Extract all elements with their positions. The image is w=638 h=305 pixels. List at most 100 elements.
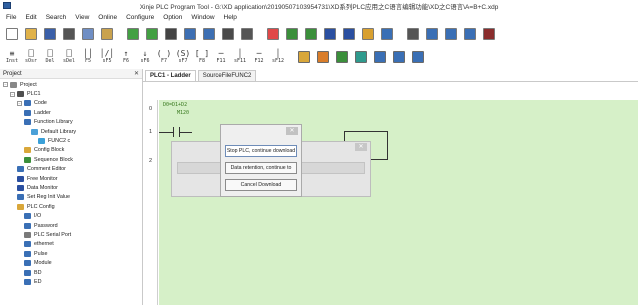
tree-ladder[interactable]: Ladder [0, 108, 142, 117]
menu-bar: File Edit Search View Online Configure Option W… [0, 11, 638, 23]
tab-plc1-ladder[interactable]: PLC1 - Ladder [145, 70, 196, 81]
zoom-out-icon[interactable] [410, 49, 426, 65]
tree-plc-config[interactable]: PLC Config [0, 202, 142, 211]
grid-view-icon[interactable] [182, 26, 198, 42]
tree-pulse[interactable]: Pulse [0, 249, 142, 258]
tree-node-icon [24, 260, 31, 267]
back-icon[interactable] [125, 26, 141, 42]
tree-node-label: Password [34, 222, 58, 229]
nc-contact-icon[interactable]: │/│ sF5 [99, 50, 115, 65]
menu-search[interactable]: Search [46, 14, 67, 21]
delete-cell-icon[interactable]: ⎕ sDel [61, 50, 77, 65]
image-icon[interactable] [405, 26, 421, 42]
run-icon[interactable] [303, 26, 319, 42]
user-icon[interactable] [379, 26, 395, 42]
vline-icon[interactable]: │ sF11 [232, 50, 248, 65]
new-icon[interactable] [4, 26, 20, 42]
fall-contact-icon[interactable]: ↓ sF6 [137, 50, 153, 65]
menu-help[interactable]: Help [224, 14, 237, 21]
tool-key-label: F7 [160, 58, 168, 64]
menu-window[interactable]: Window [191, 14, 214, 21]
menu-online[interactable]: Online [98, 14, 117, 21]
tree-bd[interactable]: BD [0, 268, 142, 277]
close-icon[interactable]: ✕ [286, 127, 298, 135]
stop-icon[interactable] [322, 26, 338, 42]
monitor-icon[interactable] [341, 26, 357, 42]
tree-sequence-block[interactable]: Sequence Block [0, 155, 142, 164]
tree-set-reg-init[interactable]: Set Reg Init Value [0, 193, 142, 202]
coil-icon[interactable]: ( ) F7 [156, 50, 172, 65]
forward-icon[interactable] [144, 26, 160, 42]
expand-icon[interactable]: − [10, 91, 15, 97]
tree-node-label: Sequence Block [34, 156, 73, 163]
tree-code[interactable]: − Code [0, 99, 142, 108]
zoom-custom-icon[interactable] [462, 26, 478, 42]
tree-node-label: PLC Serial Port [34, 231, 72, 238]
data-retention-continue-button[interactable]: Data retention, continue to [225, 162, 297, 174]
download-icon[interactable] [265, 26, 281, 42]
set-coil-icon[interactable]: (S) sF7 [175, 50, 191, 65]
green-block-icon[interactable] [334, 49, 350, 65]
tree-function-library[interactable]: Function Library [0, 118, 142, 127]
del-hline-icon[interactable]: ─ F12 [251, 50, 267, 65]
close-icon[interactable]: ✕ [355, 143, 367, 151]
func-glyph: [ ] [194, 49, 210, 58]
cancel-download-button[interactable]: Cancel Download [225, 179, 297, 191]
hline-icon[interactable]: ─ F11 [213, 50, 229, 65]
zoom-window-icon[interactable] [424, 26, 440, 42]
tree-project[interactable]: − Project [0, 80, 142, 89]
print-icon[interactable] [220, 26, 236, 42]
window-title: Xinje PLC Program Tool - G:\XD applicati… [139, 3, 499, 11]
tree-node-icon [24, 147, 31, 154]
open-icon[interactable] [23, 26, 39, 42]
monitor-block-icon[interactable] [296, 49, 312, 65]
tree-default-library[interactable]: Default Library [0, 127, 142, 136]
menu-view[interactable]: View [75, 14, 89, 21]
tree-node-label: Project [20, 81, 37, 88]
no-contact-icon[interactable]: ││ F5 [80, 50, 96, 65]
config-icon[interactable] [239, 26, 255, 42]
expand-icon[interactable]: − [3, 82, 8, 88]
tab-sourcefile-func2[interactable]: SourceFileFUNC2 [197, 70, 257, 81]
tree-data-monitor[interactable]: Data Monitor [0, 183, 142, 192]
tree-free-monitor[interactable]: Free Monitor [0, 174, 142, 183]
tree-ethernet[interactable]: ethernet [0, 240, 142, 249]
find-icon[interactable] [163, 26, 179, 42]
stop-plc-continue-download-button[interactable]: Stop PLC, continue download [225, 145, 297, 157]
lock-icon[interactable] [360, 26, 376, 42]
tree-plc-serial-port[interactable]: PLC Serial Port [0, 230, 142, 239]
teal-block-icon[interactable] [353, 49, 369, 65]
orange-block-icon[interactable] [315, 49, 331, 65]
zoom-in-icon[interactable] [391, 49, 407, 65]
close-icon[interactable]: ✕ [134, 70, 139, 77]
copy-icon[interactable] [80, 26, 96, 42]
dash-icon[interactable] [481, 26, 497, 42]
del-vline-icon[interactable]: │ sF12 [270, 50, 286, 65]
project-panel-header: Project ✕ [0, 69, 142, 79]
tree-comment-editor[interactable]: Comment Editor [0, 165, 142, 174]
menu-option[interactable]: Option [163, 14, 182, 21]
upload-icon[interactable] [284, 26, 300, 42]
zoom-fit-icon[interactable] [443, 26, 459, 42]
menu-edit[interactable]: Edit [25, 14, 36, 21]
tree-password[interactable]: Password [0, 221, 142, 230]
menu-configure[interactable]: Configure [126, 14, 154, 21]
instruction-icon[interactable]: ≡ Inst [4, 50, 20, 65]
tree-config-block[interactable]: Config Block [0, 146, 142, 155]
paste-icon[interactable] [99, 26, 115, 42]
tree-plc1[interactable]: − PLC1 [0, 89, 142, 98]
list-view-icon[interactable] [201, 26, 217, 42]
delete-line-icon[interactable]: ⎕ Del [42, 50, 58, 65]
tree-module[interactable]: Module [0, 258, 142, 267]
chart-icon[interactable] [372, 49, 388, 65]
coil-set-icon[interactable]: ⎕ sOsr [23, 50, 39, 65]
menu-file[interactable]: File [6, 14, 16, 21]
rise-contact-icon[interactable]: ↑ F6 [118, 50, 134, 65]
tree-io[interactable]: I/O [0, 211, 142, 220]
func-icon[interactable]: [ ] F8 [194, 49, 210, 65]
save-icon[interactable] [42, 26, 58, 42]
cut-icon[interactable] [61, 26, 77, 42]
expand-icon[interactable]: − [17, 100, 22, 106]
tree-func2[interactable]: FUNC2 c [0, 136, 142, 145]
tree-ed[interactable]: ED [0, 277, 142, 286]
